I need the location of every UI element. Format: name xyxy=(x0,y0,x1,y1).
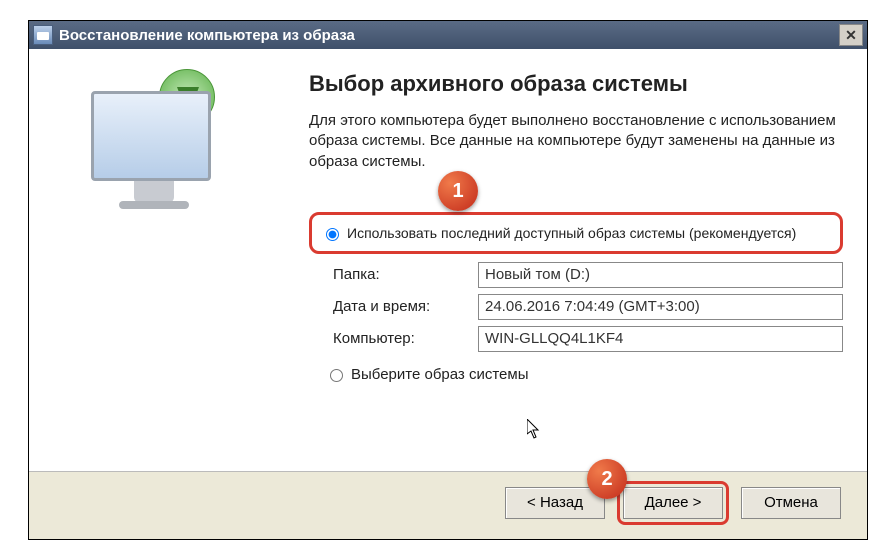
computer-field xyxy=(478,326,843,352)
restore-illustration xyxy=(79,73,249,213)
row-computer: Компьютер: xyxy=(333,326,843,352)
window-title: Восстановление компьютера из образа xyxy=(59,27,355,44)
radio-use-latest[interactable] xyxy=(326,228,339,241)
description-text: Для этого компьютера будет выполнено вос… xyxy=(309,111,843,172)
titlebar[interactable]: Восстановление компьютера из образа ✕ xyxy=(29,21,867,49)
annotation-badge-2: 2 xyxy=(587,459,627,499)
radio-select-image-label: Выберите образ системы xyxy=(351,366,529,383)
button-bar: < Назад 2 Далее > Отмена xyxy=(29,471,867,533)
folder-field xyxy=(478,262,843,288)
radio-use-latest-label: Использовать последний доступный образ с… xyxy=(347,225,796,241)
cursor-icon xyxy=(527,419,541,439)
folder-label: Папка: xyxy=(333,266,478,283)
cancel-button[interactable]: Отмена xyxy=(741,487,841,519)
option-select-image[interactable]: Выберите образ системы xyxy=(325,366,843,383)
row-datetime: Дата и время: xyxy=(333,294,843,320)
close-button[interactable]: ✕ xyxy=(839,24,863,46)
wizard-window: Восстановление компьютера из образа ✕ Вы… xyxy=(28,20,868,540)
form-panel: Выбор архивного образа системы Для этого… xyxy=(299,49,867,471)
radio-select-image[interactable] xyxy=(330,369,343,382)
back-button[interactable]: < Назад xyxy=(505,487,605,519)
option-use-latest[interactable]: 1 Использовать последний доступный образ… xyxy=(309,212,843,254)
datetime-field xyxy=(478,294,843,320)
annotation-badge-1: 1 xyxy=(438,171,478,211)
app-icon xyxy=(33,25,53,45)
next-button[interactable]: Далее > xyxy=(623,487,723,519)
datetime-label: Дата и время: xyxy=(333,298,478,315)
content-area: Выбор архивного образа системы Для этого… xyxy=(29,49,867,471)
page-heading: Выбор архивного образа системы xyxy=(309,71,843,97)
next-button-highlight: 2 Далее > xyxy=(617,481,729,525)
illustration-panel xyxy=(29,49,299,471)
row-folder: Папка: xyxy=(333,262,843,288)
computer-label: Компьютер: xyxy=(333,330,478,347)
image-details: Папка: Дата и время: Компьютер: xyxy=(333,262,843,352)
